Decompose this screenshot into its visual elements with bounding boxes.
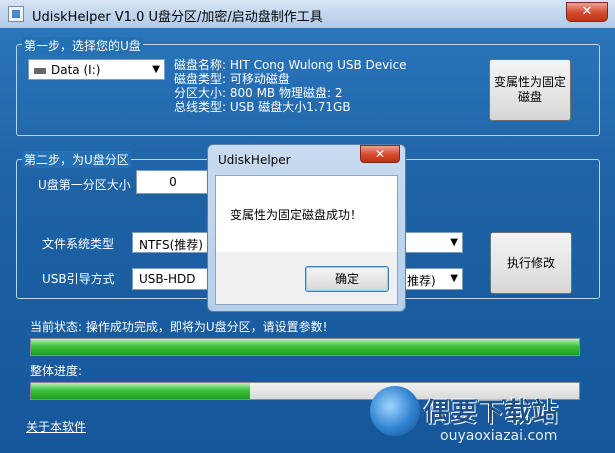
close-icon: ✕ (581, 4, 593, 19)
convert-fixed-disk-label: 变属性为固定磁盘 (494, 75, 567, 104)
current-status-text: 当前状态: 操作成功完成，即将为U盘分区，请设置参数! (30, 320, 328, 334)
drive-select[interactable]: Data (I:) ▼ (28, 59, 165, 80)
disk-info-line: 磁盘名称: HIT Cong Wulong USB Device (174, 58, 407, 72)
fs-type-value: NTFS(推荐) (139, 238, 203, 252)
dialog-message: 变属性为固定磁盘成功！ (230, 208, 363, 222)
dialog-close-button[interactable]: ✕ (360, 145, 400, 163)
disk-info-line: 总线类型: USB 磁盘大小1.71GB (174, 100, 351, 114)
dialog-body: 变属性为固定磁盘成功！ 确定 (215, 175, 398, 305)
message-dialog: UdiskHelper ✕ 变属性为固定磁盘成功！ 确定 (207, 144, 406, 312)
drive-icon (34, 68, 46, 74)
current-progress-fill (31, 339, 579, 355)
window-close-button[interactable]: ✕ (566, 2, 608, 22)
first-partition-input[interactable]: 0 (136, 170, 210, 194)
watermark-logo-icon (370, 386, 420, 436)
fs-type-label: 文件系统类型 (42, 237, 115, 251)
window-title: UdiskHelper V1.0 U盘分区/加密/启动盘制作工具 (32, 10, 323, 25)
overall-progress-label: 整体进度: (30, 364, 83, 378)
chevron-down-icon: ▼ (450, 237, 458, 248)
main-window: UdiskHelper V1.0 U盘分区/加密/启动盘制作工具 ✕ 第一步，选… (0, 0, 615, 453)
dialog-title: UdiskHelper (218, 153, 291, 167)
apply-button[interactable]: 执行修改 (490, 232, 572, 294)
title-bar[interactable]: UdiskHelper V1.0 U盘分区/加密/启动盘制作工具 ✕ (0, 0, 615, 28)
dialog-ok-button[interactable]: 确定 (305, 266, 389, 292)
app-icon (8, 6, 24, 22)
boot-mode-label: USB引导方式 (42, 272, 115, 286)
current-progress-bar (30, 338, 580, 356)
dialog-ok-label: 确定 (334, 272, 359, 286)
step1-legend: 第一步，选择您的U盘 (22, 37, 143, 54)
watermark-brand: 偶要下载站 (424, 398, 560, 428)
first-partition-value: 0 (169, 175, 177, 189)
drive-select-value: Data (I:) (51, 63, 101, 77)
boot-mode-value-tail: 推荐) (407, 274, 436, 288)
first-partition-label: U盘第一分区大小 (38, 178, 131, 192)
chevron-down-icon: ▼ (152, 64, 160, 75)
disk-info-line: 分区大小: 800 MB 物理磁盘: 2 (174, 86, 343, 100)
watermark-url: ouyaoxiazai.com (440, 428, 558, 444)
step2-legend: 第二步，为U盘分区 (22, 151, 131, 168)
dialog-footer: 确定 (216, 252, 397, 304)
convert-fixed-disk-button[interactable]: 变属性为固定磁盘 (489, 59, 571, 121)
about-link[interactable]: 关于本软件 (26, 418, 86, 435)
disk-info-line: 磁盘类型: 可移动磁盘 (174, 72, 290, 86)
close-icon: ✕ (374, 147, 386, 161)
overall-progress-fill (31, 383, 251, 399)
boot-mode-value: USB-HDD (139, 272, 196, 286)
apply-button-label: 执行修改 (506, 256, 555, 270)
chevron-down-icon: ▼ (450, 273, 458, 284)
